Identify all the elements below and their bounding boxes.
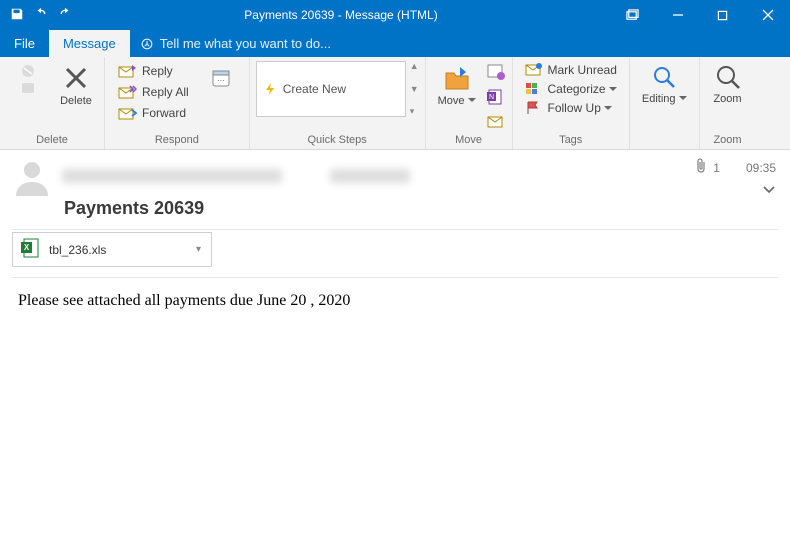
forward-button[interactable]: Forward	[111, 103, 195, 123]
mark-unread-label: Mark Unread	[548, 63, 617, 77]
sender-avatar	[12, 156, 52, 196]
excel-file-icon: X	[19, 237, 41, 262]
maximize-button[interactable]	[700, 0, 745, 30]
group-move-label: Move	[432, 132, 506, 147]
zoom-label: Zoom	[713, 93, 741, 105]
delete-label: Delete	[60, 95, 92, 107]
close-button[interactable]	[745, 0, 790, 30]
svg-text:⋯: ⋯	[217, 76, 225, 85]
attachment-count: 1	[713, 161, 720, 175]
qat-save-icon[interactable]	[10, 7, 24, 24]
group-respond-label: Respond	[111, 132, 243, 147]
reply-label: Reply	[142, 64, 173, 78]
categorize-button[interactable]: Categorize	[519, 80, 623, 98]
forward-label: Forward	[142, 106, 186, 120]
popout-icon[interactable]	[610, 0, 655, 30]
qat-redo-icon[interactable]	[58, 7, 72, 24]
quick-step-label: Create New	[283, 82, 346, 96]
mail-subject: Payments 20639	[12, 196, 778, 225]
quick-step-create-new[interactable]: Create New	[256, 61, 406, 117]
sender-line	[62, 167, 778, 185]
minimize-button[interactable]	[655, 0, 700, 30]
attachment-dropdown-icon[interactable]: ▾	[196, 244, 201, 255]
editing-label: Editing	[642, 93, 687, 105]
window-title: Payments 20639 - Message (HTML)	[72, 8, 610, 22]
attachment-indicator-icon	[695, 158, 707, 177]
svg-text:N: N	[488, 94, 493, 101]
mark-unread-button[interactable]: Mark Unread	[519, 61, 623, 79]
qat-undo-icon[interactable]	[34, 7, 48, 24]
reply-all-label: Reply All	[142, 85, 189, 99]
reply-all-button[interactable]: Reply All	[111, 82, 195, 102]
move-button[interactable]: Move	[432, 61, 482, 109]
tab-file[interactable]: File	[0, 30, 49, 57]
qs-down-icon[interactable]: ▼	[410, 84, 419, 94]
editing-button[interactable]: Editing	[636, 61, 693, 107]
tell-me-search[interactable]: Tell me what you want to do...	[130, 30, 341, 57]
move-label: Move	[438, 95, 476, 107]
group-quicksteps-label: Quick Steps	[256, 132, 419, 147]
svg-text:X: X	[24, 243, 30, 252]
group-zoom-label: Zoom	[706, 132, 750, 147]
received-time: 09:35	[746, 161, 776, 175]
group-tags-label: Tags	[519, 132, 623, 147]
tell-me-label: Tell me what you want to do...	[160, 36, 331, 51]
categorize-label: Categorize	[548, 82, 617, 96]
zoom-button[interactable]: Zoom	[706, 61, 750, 107]
delete-button[interactable]: Delete	[54, 61, 98, 109]
attachment-filename: tbl_236.xls	[49, 243, 106, 257]
follow-up-button[interactable]: Follow Up	[519, 99, 623, 117]
attachment-chip[interactable]: X tbl_236.xls ▾	[12, 232, 212, 267]
mail-body-text: Please see attached all payments due Jun…	[0, 278, 790, 324]
ignore-junk-button[interactable]	[6, 61, 50, 99]
reply-button[interactable]: Reply	[111, 61, 195, 81]
rules-icon[interactable]	[486, 63, 506, 84]
onenote-icon[interactable]: N	[486, 88, 506, 109]
meeting-more-button[interactable]: ⋯	[199, 61, 243, 91]
tab-message[interactable]: Message	[49, 30, 130, 57]
actions-icon[interactable]	[486, 113, 506, 132]
follow-up-label: Follow Up	[548, 101, 612, 115]
qs-up-icon[interactable]: ▲	[410, 61, 419, 71]
expand-header-button[interactable]	[762, 184, 776, 198]
group-delete-label: Delete	[6, 132, 98, 147]
qs-more-icon[interactable]: ▾	[410, 106, 419, 117]
